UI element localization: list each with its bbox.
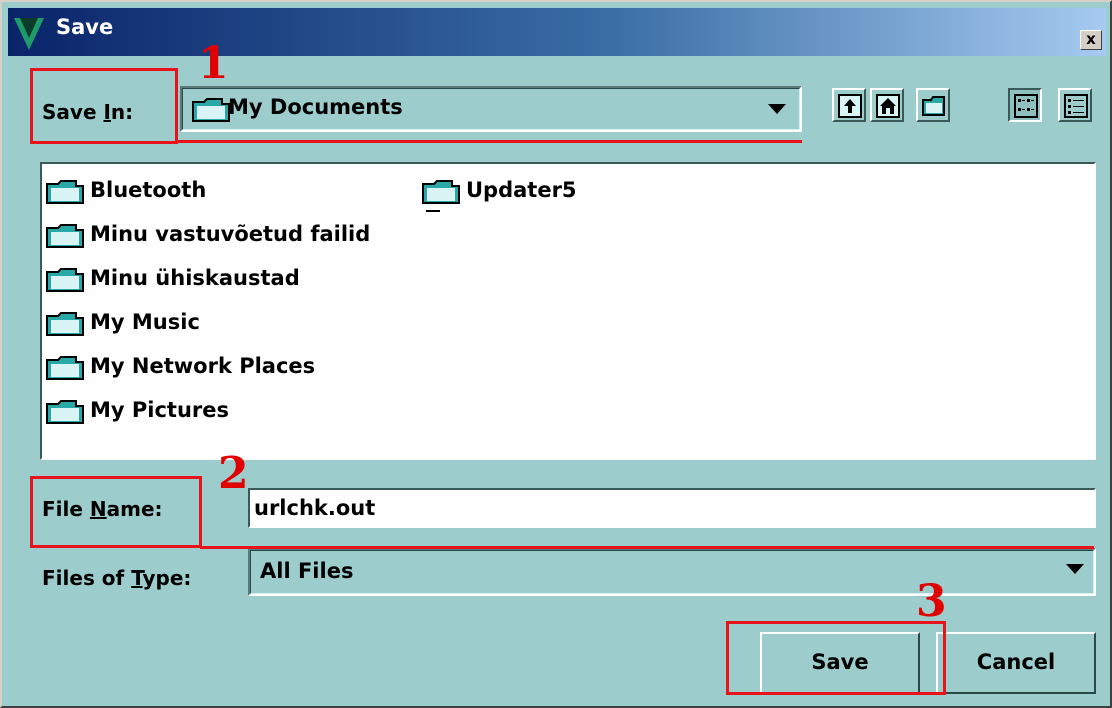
file-name-label: Minu vastuvõetud failid — [90, 222, 371, 246]
annotation-number-1: 1 — [198, 38, 229, 89]
file-name-input[interactable] — [254, 494, 1084, 522]
file-name-label: My Music — [90, 310, 200, 334]
folder-icon — [46, 224, 84, 248]
folder-icon — [46, 356, 84, 380]
details-view-button[interactable] — [1058, 88, 1092, 122]
column-divider — [426, 210, 440, 212]
home-icon — [876, 94, 900, 118]
close-icon: x — [1086, 30, 1096, 48]
chevron-down-icon — [768, 104, 786, 114]
file-name-field[interactable] — [248, 488, 1096, 528]
annotation-box-file-name-label — [30, 476, 202, 548]
file-type-label: Files of Type: — [42, 566, 192, 590]
file-name-label: Minu ühiskaustad — [90, 266, 300, 290]
file-type-value: All Files — [260, 559, 354, 583]
cancel-button[interactable]: Cancel — [936, 632, 1096, 694]
file-name-label: My Network Places — [90, 354, 316, 378]
save-in-dropdown[interactable]: My Documents — [180, 86, 802, 132]
file-name-label: Bluetooth — [90, 178, 207, 202]
annotation-box-save-button — [726, 621, 946, 695]
window-title: Save — [56, 15, 114, 39]
list-view-icon — [1014, 94, 1038, 118]
home-button[interactable] — [870, 88, 904, 122]
folder-icon — [46, 268, 84, 292]
file-list[interactable]: Bluetooth Minu vastuvõetud failid Minu ü… — [40, 162, 1096, 460]
chevron-down-icon — [1066, 564, 1084, 574]
file-name-label: My Pictures — [90, 398, 230, 422]
up-one-level-icon — [838, 94, 862, 118]
file-name-label: Updater5 — [466, 178, 577, 202]
folder-icon — [46, 400, 84, 424]
title-bar[interactable]: Save x — [8, 8, 1106, 56]
save-in-value: My Documents — [228, 95, 403, 119]
up-one-level-button[interactable] — [832, 88, 866, 122]
list-view-button[interactable] — [1008, 88, 1042, 122]
new-folder-icon — [922, 96, 945, 116]
close-button[interactable]: x — [1080, 30, 1102, 50]
details-view-icon — [1064, 94, 1088, 118]
folder-icon — [46, 312, 84, 336]
annotation-number-2: 2 — [218, 448, 249, 499]
annotation-number-3: 3 — [916, 576, 947, 627]
file-type-dropdown[interactable]: All Files — [248, 548, 1096, 596]
annotation-underline-save-in — [176, 140, 802, 143]
new-folder-button[interactable] — [916, 88, 950, 122]
folder-icon — [192, 98, 230, 122]
folder-icon — [422, 180, 460, 204]
annotation-underline-file-name — [200, 546, 1094, 549]
folder-icon — [46, 180, 84, 204]
annotation-box-save-in-label — [30, 68, 178, 144]
app-logo-icon — [14, 18, 44, 50]
